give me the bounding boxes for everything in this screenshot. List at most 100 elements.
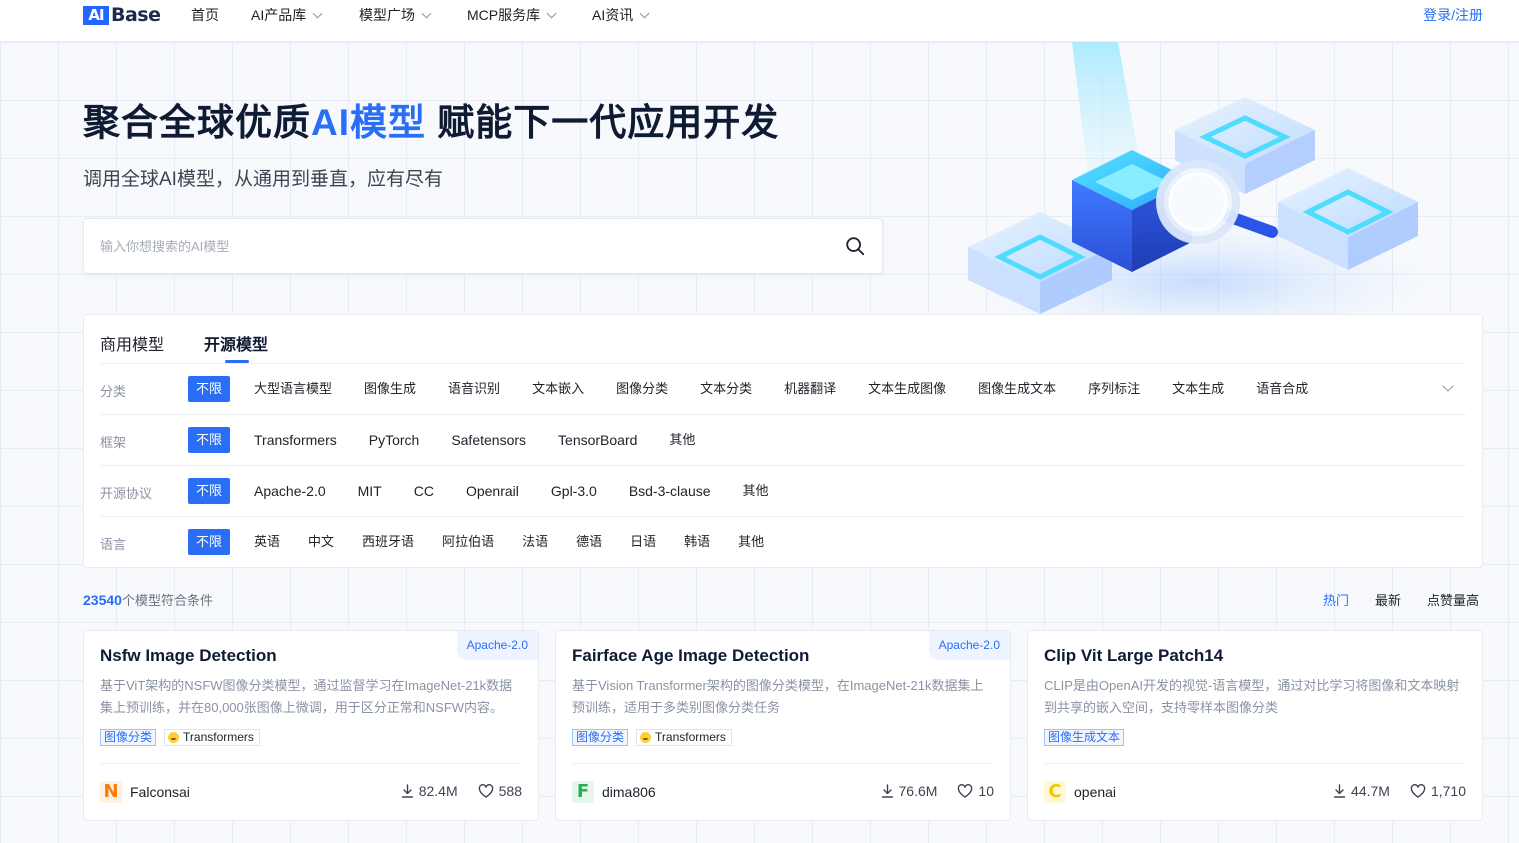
filter-option-all[interactable]: 不限 [188, 376, 230, 402]
framework-tag: Transformers [164, 729, 260, 746]
filter-option[interactable]: 文本生成 [1172, 376, 1224, 402]
model-card[interactable]: Apache-2.0 Nsfw Image Detection 基于ViT架构的… [83, 630, 539, 821]
author: N Falconsai [100, 781, 190, 803]
divider [100, 763, 522, 764]
model-description: 基于Vision Transformer架构的图像分类模型，在ImageNet-… [572, 675, 994, 719]
framework-label: Transformers [655, 730, 726, 745]
filter-label: 语言 [100, 534, 126, 553]
avatar: N [100, 781, 122, 803]
nav-item-ai-news[interactable]: AI资讯 [592, 5, 648, 25]
login-register-link[interactable]: 登录/注册 [1423, 5, 1483, 25]
model-tags: 图像分类 Transformers [572, 729, 732, 746]
framework-tag: Transformers [636, 729, 732, 746]
download-value: 82.4M [419, 783, 458, 799]
title-text: 赋能下一代应用开发 [426, 102, 779, 143]
author: C openai [1044, 781, 1116, 803]
search-input[interactable] [100, 219, 820, 273]
filter-option[interactable]: CC [414, 478, 434, 504]
filter-option[interactable]: 日语 [630, 529, 656, 555]
nav-item-label: 首页 [191, 5, 219, 25]
filter-option[interactable]: Bsd-3-clause [629, 478, 711, 504]
filter-option[interactable]: 中文 [308, 529, 334, 555]
category-tag: 图像分类 [100, 729, 156, 746]
filter-option[interactable]: 大型语言模型 [254, 376, 332, 402]
filter-option[interactable]: 图像分类 [616, 376, 668, 402]
filter-option[interactable]: 其他 [743, 478, 769, 504]
filter-option[interactable]: Gpl-3.0 [551, 478, 597, 504]
filter-option[interactable]: 其他 [669, 427, 695, 453]
chevron-down-icon [313, 8, 323, 18]
filter-option-all[interactable]: 不限 [188, 478, 230, 504]
download-count: 76.6M [881, 783, 938, 799]
filter-option[interactable]: 文本生成图像 [868, 376, 946, 402]
filter-option[interactable]: 德语 [576, 529, 602, 555]
nav-item-label: AI资讯 [592, 5, 633, 25]
filter-option[interactable]: 英语 [254, 529, 280, 555]
nav-item-model-square[interactable]: 模型广场 [359, 5, 430, 25]
nav-item-mcp[interactable]: MCP服务库 [467, 5, 555, 25]
filter-option[interactable]: 其他 [738, 529, 764, 555]
filter-option[interactable]: 文本分类 [700, 376, 752, 402]
model-tags: 图像分类 Transformers [100, 729, 260, 746]
filter-option[interactable]: 阿拉伯语 [442, 529, 494, 555]
like-value: 588 [499, 783, 522, 799]
filter-option[interactable]: 序列标注 [1088, 376, 1140, 402]
nav-item-home[interactable]: 首页 [191, 5, 219, 25]
filter-option-all[interactable]: 不限 [188, 529, 230, 555]
search-bar [83, 218, 883, 274]
filter-options: 不限 大型语言模型 图像生成 语音识别 文本嵌入 图像分类 文本分类 机器翻译 … [188, 376, 1340, 402]
chevron-down-icon[interactable] [1442, 380, 1453, 391]
model-description: 基于ViT架构的NSFW图像分类模型，通过监督学习在ImageNet-21k数据… [100, 675, 522, 719]
logo[interactable]: AI Base [83, 4, 161, 26]
filter-option[interactable]: 图像生成 [364, 376, 416, 402]
category-tag: 图像分类 [572, 729, 628, 746]
search-icon[interactable] [844, 235, 866, 257]
model-tags: 图像生成文本 [1044, 729, 1124, 746]
filter-option[interactable]: 图像生成文本 [978, 376, 1056, 402]
heart-icon [957, 784, 973, 798]
filter-option[interactable]: 机器翻译 [784, 376, 836, 402]
filter-option-all[interactable]: 不限 [188, 427, 230, 453]
result-count-number: 23540 [83, 592, 122, 608]
filter-row-category: 分类 不限 大型语言模型 图像生成 语音识别 文本嵌入 图像分类 文本分类 机器… [100, 364, 1466, 415]
model-card[interactable]: Apache-2.0 Fairface Age Image Detection … [555, 630, 1011, 821]
sort-most-liked[interactable]: 点赞量高 [1427, 590, 1479, 609]
chevron-down-icon [640, 8, 650, 18]
logo-text: Base [111, 4, 161, 26]
tab-commercial-models[interactable]: 商用模型 [100, 331, 164, 355]
author: F dima806 [572, 781, 656, 803]
filter-option[interactable]: 语音识别 [448, 376, 500, 402]
filter-option[interactable]: PyTorch [369, 427, 420, 453]
filter-option[interactable]: TensorBoard [558, 427, 637, 453]
author-name: Falconsai [130, 784, 190, 800]
license-badge: Apache-2.0 [457, 631, 538, 660]
download-count: 44.7M [1333, 783, 1390, 799]
download-icon [401, 784, 414, 798]
filter-option[interactable]: 法语 [522, 529, 548, 555]
filter-option[interactable]: 文本嵌入 [532, 376, 584, 402]
license-badge: Apache-2.0 [929, 631, 1010, 660]
filter-option[interactable]: Safetensors [451, 427, 526, 453]
filter-option[interactable]: 韩语 [684, 529, 710, 555]
filter-option[interactable]: Apache-2.0 [254, 478, 326, 504]
filter-option[interactable]: 语音合成 [1256, 376, 1308, 402]
nav-item-ai-products[interactable]: AI产品库 [251, 5, 321, 25]
filter-option[interactable]: Transformers [254, 427, 337, 453]
filter-option[interactable]: Openrail [466, 478, 519, 504]
filter-option[interactable]: MIT [358, 478, 382, 504]
sort-latest[interactable]: 最新 [1375, 590, 1401, 609]
filter-row-framework: 框架 不限 Transformers PyTorch Safetensors T… [100, 415, 1466, 466]
tab-open-source-models[interactable]: 开源模型 [204, 331, 268, 355]
filter-label: 框架 [100, 432, 126, 451]
sort-hot[interactable]: 热门 [1323, 590, 1349, 609]
heart-icon [1410, 784, 1426, 798]
title-text: 聚合全球优质 [83, 102, 311, 143]
filter-options: 不限 英语 中文 西班牙语 阿拉伯语 法语 德语 日语 韩语 其他 [188, 529, 792, 555]
heart-icon [478, 784, 494, 798]
filter-option[interactable]: 西班牙语 [362, 529, 414, 555]
model-stats: 44.7M 1,710 [1333, 783, 1466, 799]
avatar: C [1044, 781, 1066, 803]
top-nav: AI Base 首页 AI产品库 模型广场 MCP服务库 AI资讯 登录/注册 [0, 0, 1519, 42]
author-name: dima806 [602, 784, 656, 800]
model-card[interactable]: Clip Vit Large Patch14 CLIP是由OpenAI开发的视觉… [1027, 630, 1483, 821]
